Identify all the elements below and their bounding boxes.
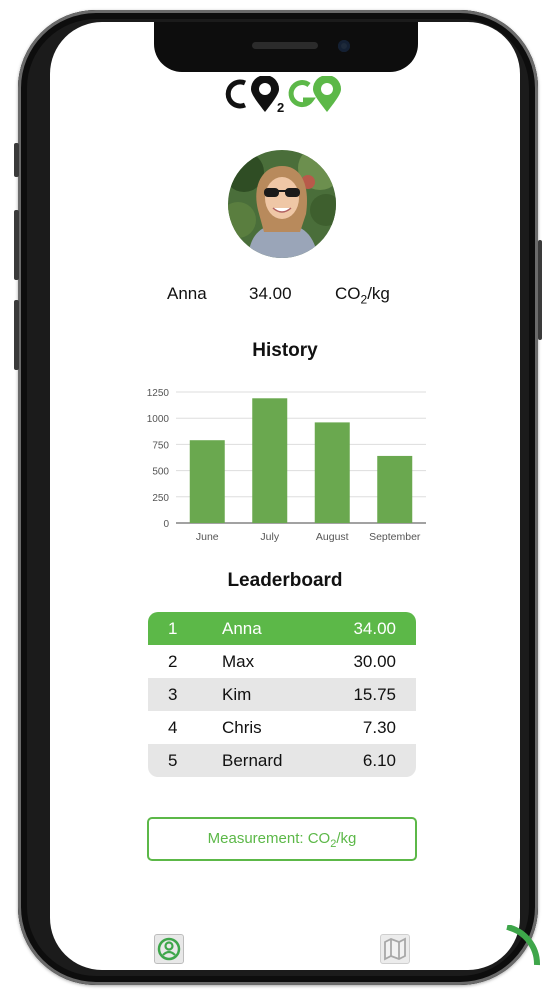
silent-switch	[14, 143, 19, 177]
leaderboard-name: Chris	[222, 718, 262, 737]
leaderboard-rank: 3	[168, 685, 178, 704]
measurement-unit: /kg	[336, 830, 357, 847]
leaderboard-row[interactable]: 1 Anna 34.00	[148, 612, 416, 645]
leaderboard-name: Bernard	[222, 751, 283, 770]
leaderboard-title: Leaderboard	[227, 570, 343, 591]
measurement-button[interactable]: Measurement: CO2/kg	[147, 817, 417, 861]
leaderboard-row[interactable]: 3 Kim 15.75	[148, 678, 416, 711]
chart-bar	[252, 398, 288, 523]
measurement-label: Measurement: CO	[207, 830, 331, 847]
chart-bar	[314, 422, 350, 523]
leaderboard-row[interactable]: 2 Max 30.00	[148, 645, 416, 678]
corner-accent	[506, 925, 541, 966]
leaderboard-score: 34.00	[353, 619, 396, 638]
leaderboard-score: 7.30	[362, 718, 396, 737]
leaderboard-table: 1 Anna 34.00 2 Max 30.00 3 Kim 15.75 4 C…	[148, 612, 416, 777]
app-logo: 2	[225, 76, 341, 114]
profile-icon	[157, 937, 181, 961]
x-tick-label: June	[196, 531, 219, 543]
y-tick-label: 0	[163, 519, 169, 530]
history-chart: 0 250 500 750 1000 1250 June July August Septembe…	[147, 388, 426, 543]
app-screen: 2 Anna 34.00 CO2/kg History 0 250 500 750 10…	[50, 22, 520, 970]
front-camera	[338, 40, 350, 52]
leaderboard-rank: 1	[168, 619, 178, 638]
leaderboard-name: Kim	[222, 685, 252, 704]
map-icon	[384, 937, 406, 961]
y-tick-label: 750	[152, 440, 169, 451]
notch	[154, 22, 418, 72]
leaderboard-rank: 4	[168, 718, 178, 737]
y-tick-label: 1250	[147, 388, 170, 399]
profile-unit: CO2/kg	[335, 284, 390, 306]
leaderboard-name: Anna	[222, 619, 262, 638]
leaderboard-name: Max	[222, 652, 255, 671]
profile-nav-button[interactable]	[154, 934, 184, 964]
x-tick-label: September	[369, 531, 421, 543]
leaderboard-score: 30.00	[353, 652, 396, 671]
volume-up-button	[14, 210, 19, 280]
speaker-grille	[252, 42, 318, 49]
y-tick-label: 500	[152, 467, 169, 478]
svg-text:2: 2	[277, 100, 284, 114]
profile-score: 34.00	[249, 284, 292, 303]
y-tick-label: 250	[152, 493, 169, 504]
power-button	[538, 240, 542, 340]
history-title: History	[252, 340, 318, 361]
x-tick-label: July	[260, 531, 279, 543]
unit-co: CO	[335, 284, 361, 303]
leaderboard-row[interactable]: 4 Chris 7.30	[148, 711, 416, 744]
leaderboard-rank: 2	[168, 652, 178, 671]
map-nav-button[interactable]	[380, 934, 410, 964]
profile-name: Anna	[167, 284, 207, 303]
volume-down-button	[14, 300, 19, 370]
leaderboard-row[interactable]: 5 Bernard 6.10	[148, 744, 416, 777]
y-tick-label: 1000	[147, 414, 170, 425]
unit-per-kg: /kg	[367, 284, 390, 303]
x-tick-label: August	[316, 531, 349, 543]
leaderboard-rank: 5	[168, 751, 178, 770]
user-avatar[interactable]	[228, 150, 336, 258]
chart-bar	[189, 440, 225, 523]
chart-bar	[377, 455, 413, 523]
leaderboard-score: 15.75	[353, 685, 396, 704]
leaderboard-score: 6.10	[362, 751, 396, 770]
